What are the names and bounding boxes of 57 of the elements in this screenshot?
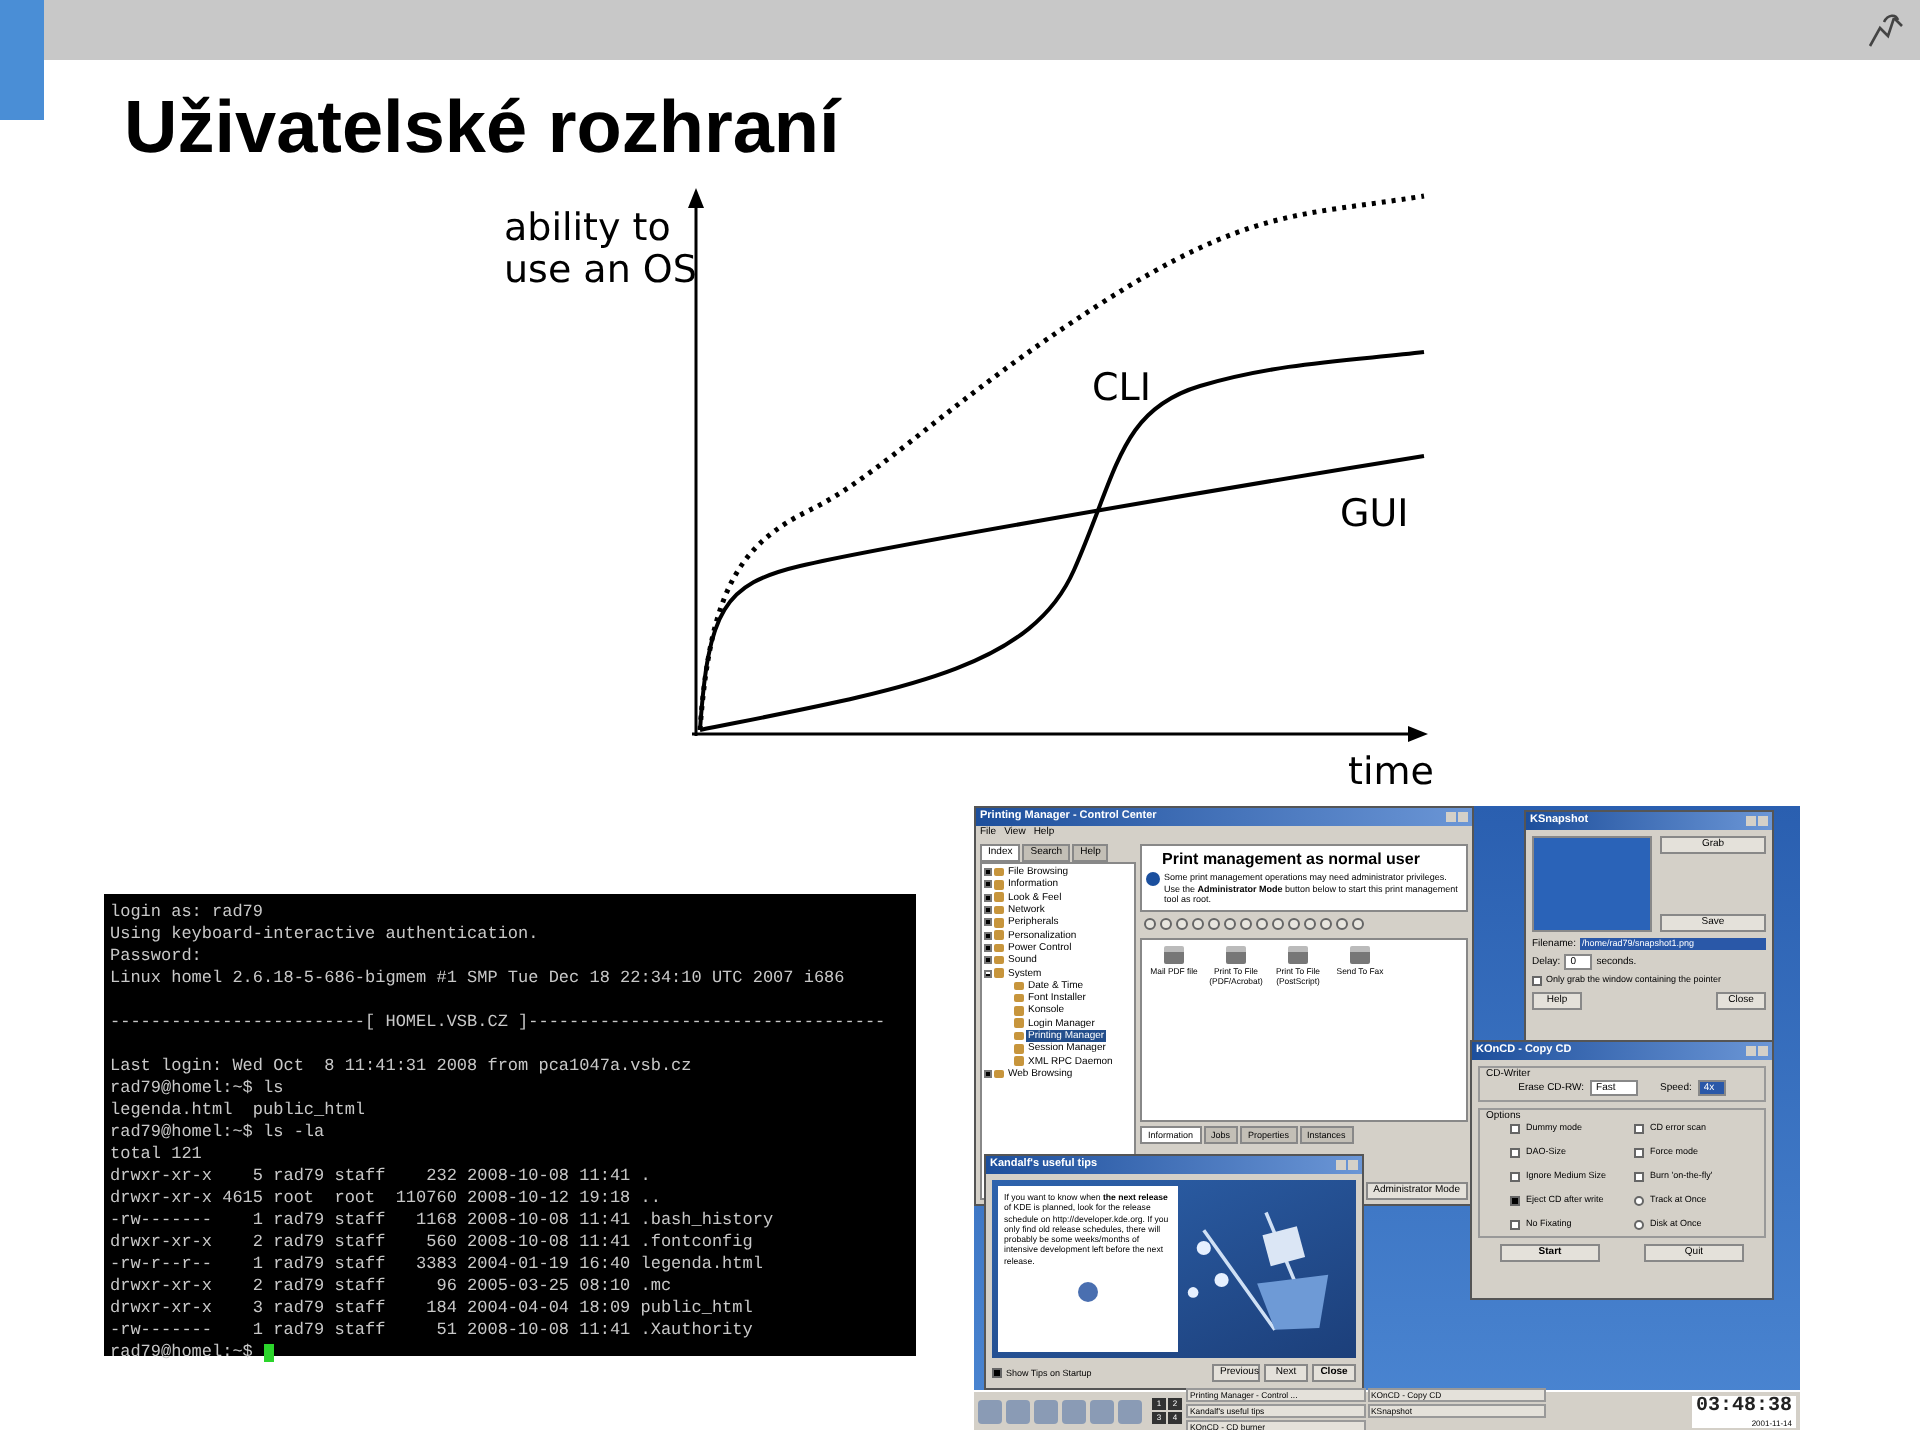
checkbox[interactable] <box>1510 1171 1520 1181</box>
printer-icon[interactable] <box>1164 945 1184 963</box>
terminal-line: drwxr-xr-x 2 rad79 staff 96 2005-03-25 08:10 .mc <box>110 1276 672 1298</box>
checkbox[interactable] <box>1634 1147 1644 1157</box>
terminal-line: drwxr-xr-x 4615 root root 110760 2008-10-12 19:18 .. <box>110 1188 661 1210</box>
printer-icon[interactable] <box>1350 945 1370 963</box>
terminal-line: -rw------- 1 rad79 staff 51 2008-10-08 11:41 .Xauthority <box>110 1320 753 1342</box>
checkbox[interactable] <box>1510 1123 1520 1133</box>
terminal-line: -------------------------[ HOMEL.VSB.CZ ]----------------------------------- <box>110 1012 886 1034</box>
globe-icon <box>1078 1282 1098 1303</box>
expand-icon[interactable] <box>984 1069 992 1078</box>
expand-icon[interactable] <box>984 956 992 965</box>
expand-icon[interactable] <box>984 943 992 952</box>
collapse-icon[interactable] <box>984 969 992 978</box>
expand-icon[interactable] <box>984 931 992 940</box>
terminal-line: total 121 <box>110 1144 202 1166</box>
accent-block <box>0 0 44 120</box>
clock-time: 03:48:38 <box>1695 1395 1792 1417</box>
terminal-line: rad79@homel:~$ ls -la <box>110 1122 325 1144</box>
terminal-line: legenda.html public_html <box>110 1100 366 1122</box>
terminal-line: drwxr-xr-x 2 rad79 staff 560 2008-10-08 11:41 .fontconfig <box>110 1232 753 1254</box>
expand-icon[interactable] <box>984 918 992 927</box>
curve-label: GUI <box>1340 492 1409 536</box>
axis-label: ability to use an OS <box>504 206 697 292</box>
terminal-line: -rw------- 1 rad79 staff 1168 2008-10-08 11:41 .bash_history <box>110 1210 774 1232</box>
expand-icon[interactable] <box>984 880 992 889</box>
expand-icon[interactable] <box>984 906 992 915</box>
terminal-line: -rw-r--r-- 1 rad79 staff 3383 2004-01-19 16:40 legenda.html <box>110 1254 763 1276</box>
terminal-line: login as: rad79 <box>110 902 264 924</box>
radio-button[interactable] <box>1634 1195 1644 1205</box>
radio-button[interactable] <box>1634 1219 1644 1229</box>
curve-label: CLI <box>1092 366 1151 410</box>
slide-title: Uživatelské rozhraní <box>122 84 844 172</box>
terminal-line: drwxr-xr-x 5 rad79 staff 232 2008-10-08 11:41 . <box>110 1166 651 1188</box>
terminal-line: rad79@homel:~$ ls <box>110 1078 284 1100</box>
expand-icon[interactable] <box>984 893 992 902</box>
checkbox[interactable] <box>1532 975 1542 985</box>
panel-heading: Print management as normal user <box>1160 850 1422 870</box>
checkbox[interactable] <box>1634 1171 1644 1181</box>
terminal-line: Password: <box>110 946 202 968</box>
cursor-icon <box>263 1344 274 1362</box>
checkbox[interactable] <box>992 1368 1002 1378</box>
terminal-line: drwxr-xr-x 3 rad79 staff 184 2004-04-04 18:09 public_html <box>110 1298 753 1320</box>
expand-icon[interactable] <box>984 868 992 877</box>
terminal-line: Linux homel 2.6.18-5-686-bigmem #1 SMP Tue Dec 18 22:34:10 UTC 2007 i686 <box>110 968 845 990</box>
printer-icon[interactable] <box>1226 945 1246 963</box>
logo-icon <box>1864 10 1908 50</box>
screenshot-preview <box>1532 836 1652 932</box>
checkbox[interactable] <box>1634 1123 1644 1133</box>
checkbox[interactable] <box>1510 1195 1520 1205</box>
checkbox[interactable] <box>1510 1147 1520 1157</box>
terminal-line: Last login: Wed Oct 8 11:41:31 2008 from pca1047a.vsb.cz <box>110 1056 692 1078</box>
checkbox[interactable] <box>1510 1219 1520 1229</box>
terminal-line: Using keyboard-interactive authentication. <box>110 924 539 946</box>
info-icon <box>1146 872 1160 886</box>
printer-icon[interactable] <box>1288 945 1308 963</box>
axis-label: time <box>1348 750 1434 794</box>
